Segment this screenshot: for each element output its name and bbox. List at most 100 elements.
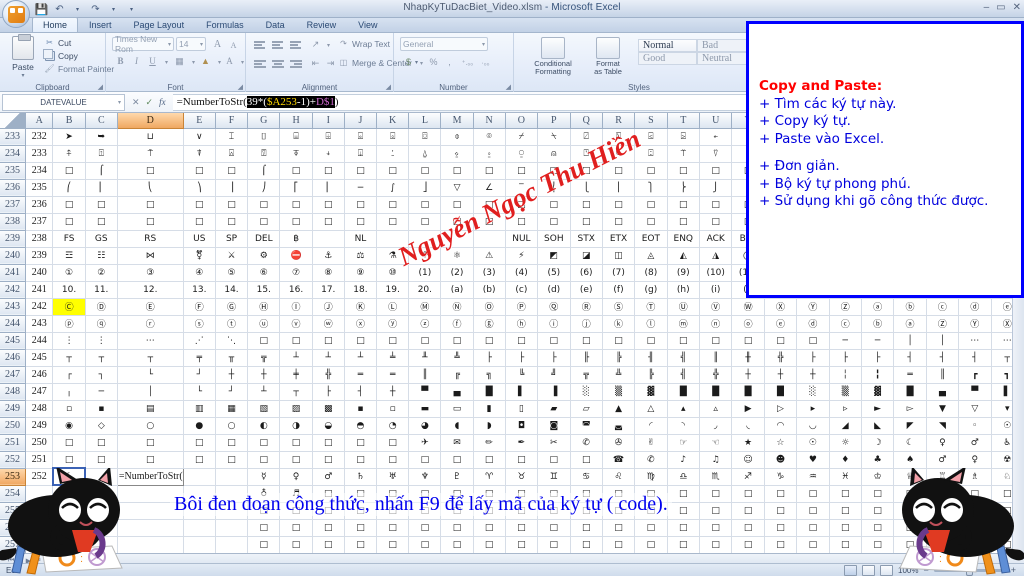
cell-L235[interactable]: □ [408,162,442,180]
cell-I233[interactable]: ⌹ [312,128,345,146]
cell-B235[interactable]: □ [52,162,86,180]
cell-H252[interactable]: □ [279,451,313,469]
cell-AA250[interactable]: ◤ [893,417,927,435]
cell-E237[interactable]: □ [183,196,216,214]
cell-AA243[interactable]: ⓑ [893,298,927,316]
align-left-button[interactable] [254,57,269,71]
cell-O239[interactable]: NUL [505,230,539,248]
row-header-239[interactable]: 239 [0,230,27,248]
cell-D242[interactable]: 12. [117,281,184,299]
cell-N251[interactable]: ✏ [473,434,506,452]
cell-R245[interactable]: □ [602,332,636,350]
cell-F240[interactable]: ⚔ [215,247,249,265]
cell-P250[interactable]: ◙ [537,417,571,435]
row-header-236[interactable]: 236 [0,179,27,197]
cell-P252[interactable]: □ [537,451,571,469]
cell-S244[interactable]: ⓛ [634,315,668,333]
cell-H241[interactable]: ⑦ [279,264,313,282]
cell-Y248[interactable]: ▒ [829,383,862,401]
column-header-T[interactable]: T [667,113,700,129]
cell-C243[interactable]: Ⓓ [85,298,118,316]
align-center-button[interactable] [272,57,287,71]
cell-A233[interactable]: 232 [25,128,54,146]
cell-P238[interactable]: □ [537,213,571,231]
cell-C236[interactable]: ⎜ [85,179,118,197]
italic-button[interactable]: I [129,54,144,68]
cell-M251[interactable]: ✉ [440,434,474,452]
cell-C252[interactable]: □ [85,451,118,469]
cell-F233[interactable]: ⌶ [215,128,249,146]
cell-S248[interactable]: ▓ [634,383,668,401]
cell-T242[interactable]: (h) [667,281,700,299]
cell-S250[interactable]: ◜ [634,417,668,435]
tab-insert[interactable]: Insert [78,17,123,32]
cell-M246[interactable]: ╩ [440,349,474,367]
cell-T255[interactable]: □ [667,502,700,520]
cell-AB249[interactable]: ▼ [926,400,960,418]
cell-U233[interactable]: ⍅ [699,128,733,146]
cell-E239[interactable]: US [183,230,216,248]
cell-H237[interactable]: □ [279,196,313,214]
cell-X245[interactable]: □ [796,332,830,350]
cell-O234[interactable]: ⍜ [505,145,539,163]
cell-AC246[interactable]: ┤ [958,349,992,367]
cell-B239[interactable]: FS [52,230,86,248]
cell-AC248[interactable]: ▀ [958,383,992,401]
cell-H248[interactable]: ┬ [279,383,313,401]
cell-H233[interactable]: ⌸ [279,128,313,146]
cell-L251[interactable]: ✈ [408,434,442,452]
cell-O245[interactable]: □ [505,332,539,350]
cell-O249[interactable]: ▯ [505,400,539,418]
cell-T256[interactable]: □ [667,519,700,537]
cell-K247[interactable]: ═ [376,366,410,384]
align-bottom-button[interactable] [290,38,305,52]
cell-M249[interactable]: ▭ [440,400,474,418]
cell-C248[interactable]: ─ [85,383,118,401]
cell-AC244[interactable]: Ⓨ [958,315,992,333]
cell-F237[interactable]: □ [215,196,249,214]
cell-V255[interactable]: □ [731,502,765,520]
cell-B247[interactable]: ┌ [52,366,86,384]
column-header-D[interactable]: D [117,113,184,129]
number-format-caret-icon[interactable]: ▾ [482,41,485,48]
cell-O233[interactable]: ⌿ [505,128,539,146]
cell-I240[interactable]: ⚓ [312,247,345,265]
cell-J236[interactable]: − [344,179,378,197]
cell-R247[interactable]: ╩ [602,366,636,384]
cell-U248[interactable]: █ [699,383,733,401]
cell-T253[interactable]: ♎ [667,468,700,486]
cell-I246[interactable]: ┴ [312,349,345,367]
cell-M247[interactable]: ╔ [440,366,474,384]
cell-F246[interactable]: ╥ [215,349,249,367]
cell-K233[interactable]: ⌻ [376,128,410,146]
cell-T240[interactable]: ◭ [667,247,700,265]
name-box-caret-icon[interactable]: ▾ [118,99,121,106]
cell-S241[interactable]: (8) [634,264,668,282]
cell-L250[interactable]: ◕ [408,417,442,435]
cell-J235[interactable]: □ [344,162,378,180]
cell-K237[interactable]: □ [376,196,410,214]
cell-O243[interactable]: Ⓟ [505,298,539,316]
cell-L234[interactable]: ⍙ [408,145,442,163]
cell-F247[interactable]: ┼ [215,366,249,384]
cell-D246[interactable]: ┬ [117,349,184,367]
cell-A244[interactable]: 243 [25,315,54,333]
row-header-246[interactable]: 246 [0,349,27,367]
grow-font-button[interactable]: A [210,37,225,51]
cell-K257[interactable]: □ [376,536,410,553]
cell-I238[interactable]: □ [312,213,345,231]
cell-B236[interactable]: ⎛ [52,179,86,197]
cell-D252[interactable]: □ [117,451,184,469]
cell-Q256[interactable]: □ [570,519,603,537]
cell-P257[interactable]: □ [537,536,571,553]
cell-P245[interactable]: □ [537,332,571,350]
cell-E249[interactable]: ▥ [183,400,216,418]
cell-J253[interactable]: ♄ [344,468,378,486]
cell-R239[interactable]: ETX [602,230,636,248]
cell-I237[interactable]: □ [312,196,345,214]
cell-style-normal[interactable]: Normal [638,39,697,52]
cell-C244[interactable]: ⓠ [85,315,118,333]
cell-B248[interactable]: ╷ [52,383,86,401]
cell-V252[interactable]: ☺ [731,451,765,469]
cell-F236[interactable]: ⎟ [215,179,249,197]
